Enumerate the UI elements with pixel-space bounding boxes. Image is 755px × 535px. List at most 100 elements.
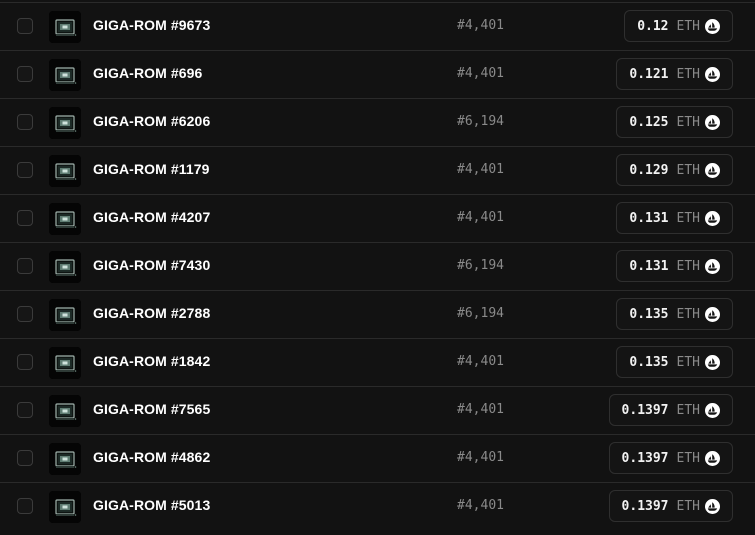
item-name[interactable]: GIGA-ROM #4207 — [93, 209, 210, 225]
select-checkbox[interactable] — [17, 354, 33, 370]
price-value: 0.1397 — [621, 498, 669, 514]
table-row[interactable]: GIGA-ROM #4862 #4,401 0.1397 ETH — [0, 434, 755, 481]
table-row[interactable]: GIGA-ROM #7430 #6,194 0.131 ETH — [0, 242, 755, 289]
item-name[interactable]: GIGA-ROM #5013 — [93, 497, 210, 513]
price-button[interactable]: 0.129 ETH — [616, 154, 733, 186]
giga-rom-thumbnail-icon[interactable] — [49, 107, 81, 139]
giga-rom-thumbnail-icon[interactable] — [49, 299, 81, 331]
table-row[interactable]: GIGA-ROM #1842 #4,401 0.135 ETH — [0, 338, 755, 385]
rarity-rank: #4,401 — [457, 162, 504, 177]
opensea-icon — [705, 450, 720, 466]
item-name[interactable]: GIGA-ROM #9673 — [93, 17, 210, 33]
table-row[interactable]: GIGA-ROM #7565 #4,401 0.1397 ETH — [0, 386, 755, 433]
table-row[interactable]: GIGA-ROM #696 #4,401 0.121 ETH — [0, 50, 755, 97]
item-name[interactable]: GIGA-ROM #2788 — [93, 305, 210, 321]
table-row[interactable]: GIGA-ROM #2788 #6,194 0.135 ETH — [0, 290, 755, 337]
price-button[interactable]: 0.1397 ETH — [608, 442, 733, 474]
select-checkbox[interactable] — [17, 162, 33, 178]
price-value: 0.131 — [629, 258, 669, 274]
select-checkbox[interactable] — [17, 210, 33, 226]
rarity-rank: #4,401 — [457, 66, 504, 81]
opensea-icon — [705, 66, 720, 82]
select-checkbox[interactable] — [17, 114, 33, 130]
rarity-rank: #6,194 — [457, 114, 504, 129]
select-checkbox[interactable] — [17, 306, 33, 322]
opensea-icon — [705, 18, 720, 34]
rarity-rank: #4,401 — [457, 210, 504, 225]
price-button[interactable]: 0.135 ETH — [616, 298, 733, 330]
opensea-icon — [705, 162, 720, 178]
price-button[interactable]: 0.125 ETH — [616, 106, 733, 138]
item-name[interactable]: GIGA-ROM #7565 — [93, 401, 210, 417]
rarity-rank: #6,194 — [457, 306, 504, 321]
price-button[interactable]: 0.1397 ETH — [608, 490, 733, 522]
currency-unit: ETH — [676, 402, 700, 418]
price-button[interactable]: 0.131 ETH — [616, 202, 733, 234]
giga-rom-thumbnail-icon[interactable] — [49, 491, 81, 523]
currency-unit: ETH — [676, 354, 700, 370]
price-value: 0.1397 — [621, 402, 669, 418]
giga-rom-thumbnail-icon[interactable] — [49, 443, 81, 475]
currency-unit: ETH — [676, 18, 700, 34]
opensea-icon — [705, 402, 720, 418]
rarity-rank: #4,401 — [457, 18, 504, 33]
currency-unit: ETH — [676, 258, 700, 274]
opensea-icon — [705, 258, 720, 274]
currency-unit: ETH — [676, 114, 700, 130]
table-row[interactable]: GIGA-ROM #5013 #4,401 0.1397 ETH — [0, 482, 755, 529]
currency-unit: ETH — [676, 306, 700, 322]
rarity-rank: #4,401 — [457, 450, 504, 465]
opensea-icon — [705, 354, 720, 370]
price-value: 0.121 — [629, 66, 669, 82]
price-value: 0.129 — [629, 162, 669, 178]
item-name[interactable]: GIGA-ROM #1179 — [93, 161, 210, 177]
price-value: 0.125 — [629, 114, 669, 130]
price-value: 0.135 — [629, 354, 669, 370]
giga-rom-thumbnail-icon[interactable] — [49, 203, 81, 235]
price-button[interactable]: 0.121 ETH — [616, 58, 733, 90]
select-checkbox[interactable] — [17, 402, 33, 418]
select-checkbox[interactable] — [17, 498, 33, 514]
giga-rom-thumbnail-icon[interactable] — [49, 347, 81, 379]
table-row[interactable]: GIGA-ROM #6206 #6,194 0.125 ETH — [0, 98, 755, 145]
price-button[interactable]: 0.131 ETH — [616, 250, 733, 282]
currency-unit: ETH — [676, 450, 700, 466]
giga-rom-thumbnail-icon[interactable] — [49, 11, 81, 43]
currency-unit: ETH — [676, 162, 700, 178]
listing-table: GIGA-ROM #9673 #4,401 0.12 ETH GIGA-ROM #696… — [0, 0, 755, 535]
price-value: 0.135 — [629, 306, 669, 322]
table-row[interactable]: GIGA-ROM #1179 #4,401 0.129 ETH — [0, 146, 755, 193]
table-row[interactable]: GIGA-ROM #9673 #4,401 0.12 ETH — [0, 2, 755, 49]
price-button[interactable]: 0.12 ETH — [624, 10, 733, 42]
giga-rom-thumbnail-icon[interactable] — [49, 395, 81, 427]
currency-unit: ETH — [676, 210, 700, 226]
opensea-icon — [705, 210, 720, 226]
giga-rom-thumbnail-icon[interactable] — [49, 155, 81, 187]
select-checkbox[interactable] — [17, 450, 33, 466]
select-checkbox[interactable] — [17, 66, 33, 82]
rarity-rank: #6,194 — [457, 258, 504, 273]
rarity-rank: #4,401 — [457, 498, 504, 513]
price-value: 0.131 — [629, 210, 669, 226]
giga-rom-thumbnail-icon[interactable] — [49, 59, 81, 91]
opensea-icon — [705, 114, 720, 130]
price-value: 0.12 — [637, 18, 669, 34]
price-button[interactable]: 0.1397 ETH — [608, 394, 733, 426]
opensea-icon — [705, 498, 720, 514]
rarity-rank: #4,401 — [457, 402, 504, 417]
select-checkbox[interactable] — [17, 18, 33, 34]
price-value: 0.1397 — [621, 450, 669, 466]
item-name[interactable]: GIGA-ROM #4862 — [93, 449, 210, 465]
item-name[interactable]: GIGA-ROM #1842 — [93, 353, 210, 369]
currency-unit: ETH — [676, 498, 700, 514]
item-name[interactable]: GIGA-ROM #7430 — [93, 257, 210, 273]
table-row[interactable]: GIGA-ROM #4207 #4,401 0.131 ETH — [0, 194, 755, 241]
rarity-rank: #4,401 — [457, 354, 504, 369]
opensea-icon — [705, 306, 720, 322]
currency-unit: ETH — [676, 66, 700, 82]
select-checkbox[interactable] — [17, 258, 33, 274]
item-name[interactable]: GIGA-ROM #6206 — [93, 113, 210, 129]
giga-rom-thumbnail-icon[interactable] — [49, 251, 81, 283]
price-button[interactable]: 0.135 ETH — [616, 346, 733, 378]
item-name[interactable]: GIGA-ROM #696 — [93, 65, 202, 81]
